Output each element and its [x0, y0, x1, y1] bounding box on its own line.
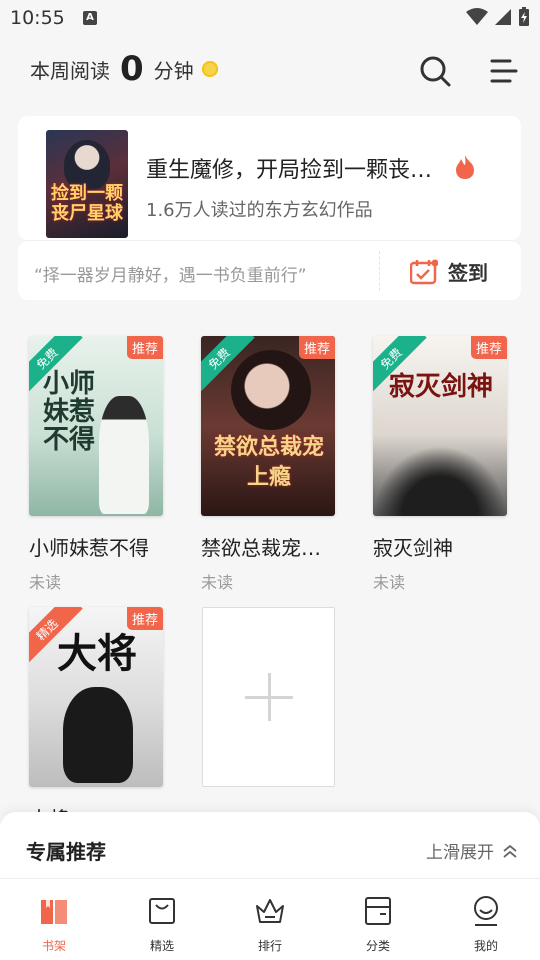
- tab-bookshelf[interactable]: 书架: [24, 895, 84, 954]
- recommend-badge: 推荐: [126, 336, 163, 359]
- reading-minutes: 0: [120, 49, 144, 89]
- book-title: 寂灭剑神: [373, 536, 453, 560]
- reading-prefix: 本周阅读: [30, 58, 110, 83]
- category-icon: [365, 897, 391, 925]
- top-header: 本周阅读 0 分钟: [0, 44, 540, 100]
- crown-icon: [256, 899, 284, 923]
- featured-subtitle: 1.6万人读过的东方玄幻作品: [146, 200, 373, 221]
- bookshelf-item[interactable]: 寂灭剑神 免费 推荐 寂灭剑神 未读: [373, 336, 509, 593]
- cover-scenery: [373, 446, 507, 516]
- recommend-badge: 推荐: [470, 336, 507, 359]
- sheet-expand[interactable]: 上滑展开: [426, 838, 518, 863]
- profile-icon: [474, 896, 498, 926]
- book-status: 未读: [373, 573, 406, 592]
- book-cover[interactable]: 禁欲总裁宠上瘾 免费 推荐: [201, 336, 335, 516]
- cover-figure: [63, 687, 133, 783]
- divider: [379, 251, 380, 291]
- recommend-badge: 推荐: [298, 336, 335, 359]
- book-cover-title: 小师妹惹不得: [43, 369, 96, 455]
- featured-cover[interactable]: 捡到一颗丧尸星球: [46, 130, 128, 238]
- signin-button[interactable]: 签到: [410, 257, 488, 286]
- tab-featured[interactable]: 精选: [132, 895, 192, 954]
- signal-icon: [495, 9, 511, 25]
- calendar-check-icon: [410, 259, 438, 284]
- status-bar: 10:55 A: [0, 0, 540, 38]
- book-status: 未读: [29, 573, 62, 592]
- tab-label: 分类: [365, 939, 390, 953]
- menu-icon[interactable]: [488, 56, 518, 86]
- search-icon[interactable]: [418, 54, 452, 88]
- bookshelf-item[interactable]: 小师妹惹不得 免费 推荐 小师妹惹不得 未读: [29, 336, 165, 593]
- tab-profile[interactable]: 我的: [456, 895, 516, 954]
- bottom-tab-bar: 书架 精选 排行 分类 我的: [0, 878, 540, 960]
- signin-label: 签到: [448, 261, 488, 285]
- book-title: 小师妹惹不得: [29, 536, 149, 560]
- book-cover[interactable]: 大将 精选 推荐: [29, 607, 163, 787]
- reading-suffix: 分钟: [153, 58, 194, 83]
- plus-icon-vertical: [268, 673, 271, 721]
- featured-cover-title: 捡到一颗丧尸星球: [51, 183, 123, 224]
- quote-signin-bar: “择一器岁月静好，遇一书负重前行” 签到: [18, 240, 521, 300]
- fire-icon: [456, 155, 474, 179]
- tab-label: 精选: [149, 939, 174, 953]
- book-cover[interactable]: 小师妹惹不得 免费 推荐: [29, 336, 163, 516]
- quote-text: “择一器岁月静好，遇一书负重前行”: [34, 266, 307, 286]
- cover-figure: [99, 396, 149, 514]
- featured-book-card[interactable]: 捡到一颗丧尸星球 重生魔修，开局捡到一颗丧尸星球 1.6万人读过的东方玄幻作品: [18, 116, 521, 240]
- expand-label: 上滑展开: [426, 843, 494, 863]
- tab-ranking[interactable]: 排行: [240, 895, 300, 954]
- tab-label: 书架: [41, 939, 66, 953]
- wifi-icon: [466, 8, 488, 25]
- tab-label: 排行: [257, 939, 282, 953]
- sheet-title: 专属推荐: [26, 840, 106, 864]
- book-title: 禁欲总裁宠上瘾: [201, 536, 335, 560]
- featured-title: 重生魔修，开局捡到一颗丧尸星球: [146, 158, 446, 183]
- tab-category[interactable]: 分类: [348, 895, 408, 954]
- book-cover[interactable]: 寂灭剑神 免费 推荐: [373, 336, 507, 516]
- bookshelf-item[interactable]: 大将 精选 推荐 大将: [29, 607, 165, 832]
- notification-a-icon: A: [83, 11, 97, 25]
- recommend-sheet[interactable]: 专属推荐 上滑展开: [0, 812, 540, 882]
- book-cover-title: 寂灭剑神: [388, 372, 493, 402]
- battery-icon: [519, 7, 529, 26]
- tab-label: 我的: [473, 939, 498, 953]
- status-time: 10:55: [10, 7, 65, 29]
- add-book-button[interactable]: [202, 607, 335, 787]
- bag-icon: [149, 898, 175, 924]
- weekly-reading: 本周阅读 0 分钟: [30, 52, 218, 86]
- bookshelf-icon: [41, 900, 67, 924]
- book-cover-title: 禁欲总裁宠上瘾: [213, 434, 324, 490]
- bookshelf-item[interactable]: 禁欲总裁宠上瘾 免费 推荐 禁欲总裁宠上瘾 未读: [201, 336, 337, 593]
- recommend-badge: 推荐: [126, 607, 163, 630]
- cover-figure: [231, 350, 311, 430]
- status-icons: [466, 7, 530, 27]
- double-chevron-up-icon: [503, 844, 517, 858]
- coin-icon: [201, 61, 218, 77]
- book-status: 未读: [201, 573, 234, 592]
